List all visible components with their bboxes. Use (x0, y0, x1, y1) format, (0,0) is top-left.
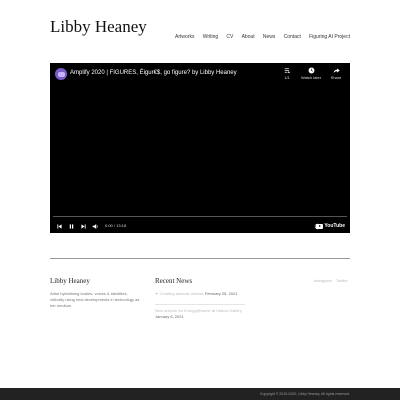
news-title[interactable]: ✦ Creating animals release (155, 291, 204, 296)
pause-icon (69, 223, 74, 229)
share-icon (333, 68, 340, 73)
channel-avatar[interactable] (55, 68, 67, 80)
pause-button[interactable] (68, 222, 75, 230)
social-instagram[interactable]: Instagram (314, 278, 332, 283)
video-title[interactable]: Amplify 2020 | FIGURES, Éigur€$, go figu… (70, 70, 237, 76)
playlist-count: 1/1 (284, 75, 290, 80)
watch-later-button[interactable]: Watch later (301, 67, 321, 80)
nav-figuring-ai-project[interactable]: Figuring AI Project (309, 34, 350, 40)
youtube-logo[interactable]: YouTube (316, 223, 345, 229)
time-display: 0:00 / 13:18 (105, 223, 127, 228)
youtube-play-icon (316, 223, 324, 229)
nav-news[interactable]: News (263, 34, 276, 40)
nav-cv[interactable]: CV (226, 34, 233, 40)
clock-icon (308, 67, 314, 74)
next-button[interactable] (80, 222, 87, 230)
news-divider (155, 304, 245, 305)
site-title[interactable]: Libby Heaney (50, 17, 147, 37)
main-nav: Artworks Writing CV About News Contact F… (175, 34, 350, 40)
nav-about[interactable]: About (242, 34, 255, 40)
copyright-text: Copyright © 2015-2020, Libby Heaney. All… (259, 392, 350, 396)
share-button[interactable]: Share (326, 67, 346, 80)
share-label: Share (330, 75, 342, 80)
nav-writing[interactable]: Writing (203, 34, 218, 40)
news-title[interactable]: New artwork for Exergy@home at Hutton Ga… (155, 308, 242, 313)
footer-name: Libby Heaney (50, 277, 90, 285)
volume-icon (92, 223, 98, 229)
playlist-icon (284, 68, 290, 74)
volume-button[interactable] (92, 222, 99, 230)
nav-contact[interactable]: Contact (284, 34, 301, 40)
previous-icon (57, 223, 62, 229)
recent-news-heading: Recent News (155, 277, 193, 285)
watch-later-label: Watch later (300, 75, 322, 80)
footer-description: Artist hybridising bodies, voices & iden… (50, 291, 140, 308)
previous-button[interactable] (56, 222, 63, 230)
news-date: February 25, 2021 (204, 291, 238, 296)
news-date: January 6, 2021 (155, 314, 184, 319)
news-item[interactable]: ✦ Creating animals release February 25, … (155, 291, 245, 297)
nav-artworks[interactable]: Artworks (175, 34, 194, 40)
progress-bar[interactable] (53, 216, 347, 217)
youtube-logo-text: YouTube (324, 223, 345, 229)
youtube-embed[interactable]: Amplify 2020 | FIGURES, Éigur€$, go figu… (50, 63, 350, 233)
next-icon (81, 223, 86, 229)
playlist-button[interactable]: 1/1 (277, 67, 297, 80)
footer-divider (50, 258, 350, 259)
social-twitter[interactable]: Twitter (336, 278, 348, 283)
news-item[interactable]: New artwork for Exergy@home at Hutton Ga… (155, 308, 245, 320)
bottom-bar: Copyright © 2015-2020, Libby Heaney. All… (0, 388, 400, 400)
